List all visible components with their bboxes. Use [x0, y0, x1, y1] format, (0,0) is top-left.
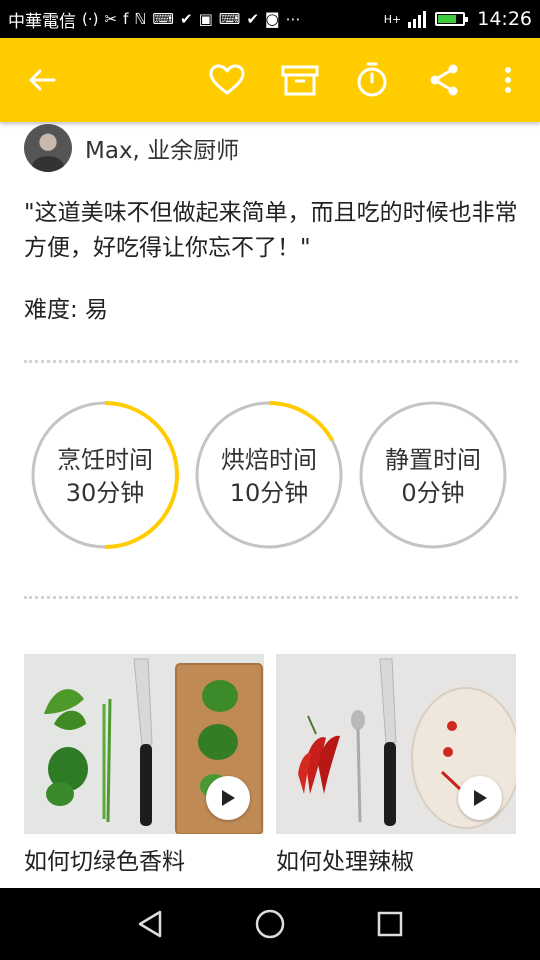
vertical-dots-icon — [505, 67, 511, 93]
video-title[interactable]: 如何切绿色香料 — [24, 842, 185, 876]
timer-title: 烘焙时间 — [221, 446, 317, 474]
timer-title: 静置时间 — [385, 446, 481, 474]
timer-title: 烹饪时间 — [57, 446, 153, 474]
clock: 14:26 — [477, 8, 532, 30]
author-name: Max, 业余厨师 — [85, 138, 240, 164]
triangle-back-icon — [138, 910, 162, 938]
circle-home-icon — [255, 909, 285, 939]
play-icon — [222, 790, 235, 806]
system-nav-bar — [0, 888, 540, 960]
timer-value: 10分钟 — [229, 479, 309, 507]
arrow-left-icon — [29, 69, 56, 91]
divider — [24, 360, 518, 363]
share-icon — [430, 64, 458, 96]
archive-button[interactable] — [272, 38, 328, 122]
heart-icon — [209, 64, 245, 95]
check-icon: ✔ — [246, 10, 260, 28]
facebook-icon: f — [123, 10, 129, 28]
check-icon: ✔ — [180, 10, 193, 28]
recipe-quote: "这道美味不但做起来简单，而且吃的时候也非常方便，好吃得让你忘不了！" — [24, 200, 518, 261]
system-back-button[interactable] — [120, 888, 180, 960]
timer-value: 30分钟 — [65, 479, 145, 507]
author-avatar[interactable] — [24, 124, 72, 172]
play-button[interactable] — [206, 776, 250, 820]
play-button[interactable] — [458, 776, 502, 820]
carrier-label: 中華電信 — [8, 11, 76, 32]
resting-time-circle: 静置时间 0分钟 — [358, 400, 508, 550]
n-icon: ℕ — [134, 10, 147, 28]
share-button[interactable] — [418, 38, 470, 122]
archive-icon — [281, 65, 319, 96]
timer-button[interactable] — [346, 38, 398, 122]
time-circles: 烹饪时间 30分钟 烘焙时间 10分钟 静置时间 0分钟 — [30, 400, 510, 552]
back-button[interactable] — [16, 38, 68, 122]
timer-value: 0分钟 — [401, 479, 465, 507]
notification-icons: (⋅) ✂ f ℕ ⌨ ✔ ▣ ⌨ ✔ ◙ ⋯ — [82, 10, 301, 28]
scissors-icon: ✂ — [104, 10, 118, 28]
keyboard-icon: ⌨ — [218, 10, 241, 28]
divider — [24, 596, 518, 599]
instagram-icon: ◙ — [265, 10, 280, 28]
favorite-button[interactable] — [200, 38, 254, 122]
image-icon: ▣ — [198, 10, 213, 28]
system-home-button[interactable] — [240, 888, 300, 960]
play-icon — [474, 790, 487, 806]
difficulty-label: 难度: 易 — [24, 297, 109, 323]
more-options-button[interactable] — [490, 38, 526, 122]
stopwatch-icon — [357, 62, 387, 97]
video-card-chili[interactable] — [276, 654, 516, 834]
keyboard-icon: ⌨ — [152, 10, 175, 28]
author-row[interactable]: Max, 业余厨师 — [24, 124, 239, 172]
hotspot-icon: (⋅) — [82, 10, 99, 28]
battery-icon — [435, 12, 469, 26]
network-type-label: H+ — [383, 12, 402, 26]
square-recents-icon — [377, 911, 403, 937]
video-title[interactable]: 如何处理辣椒 — [276, 842, 414, 876]
signal-icon — [408, 11, 427, 28]
more-notifications-icon: ⋯ — [285, 10, 301, 28]
status-bar: 中華電信 (⋅) ✂ f ℕ ⌨ ✔ ▣ ⌨ ✔ ◙ ⋯ H+ 14:26 — [0, 0, 540, 38]
system-recents-button[interactable] — [360, 888, 420, 960]
video-card-herbs[interactable] — [24, 654, 264, 834]
cooking-time-circle: 烹饪时间 30分钟 — [30, 400, 180, 550]
app-toolbar — [0, 38, 540, 122]
baking-time-circle: 烘焙时间 10分钟 — [194, 400, 344, 550]
